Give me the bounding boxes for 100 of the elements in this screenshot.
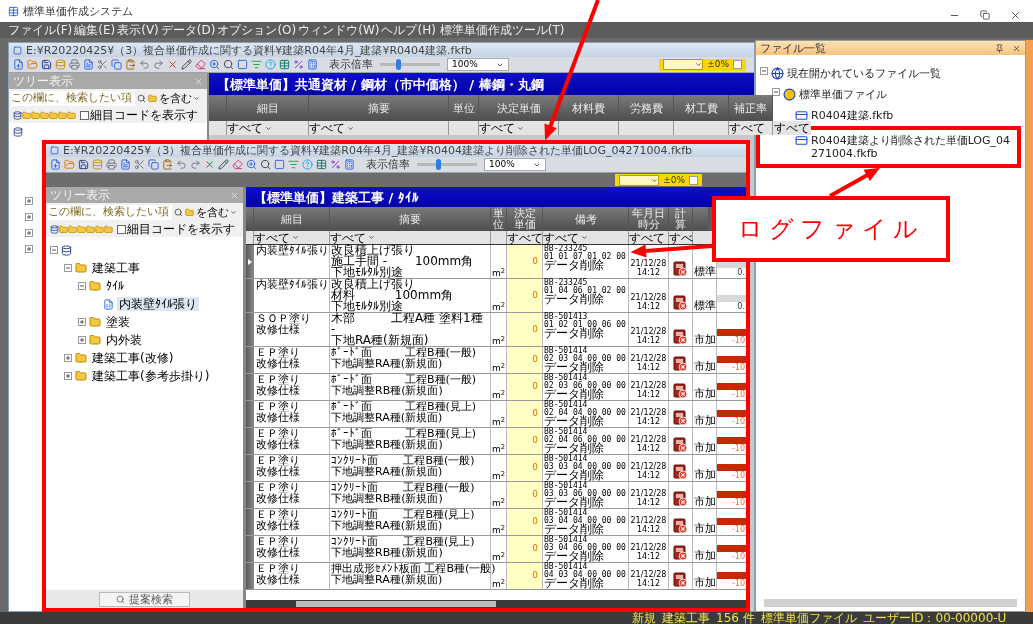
book-cross-icon[interactable]	[673, 295, 688, 311]
printer-icon[interactable]	[106, 159, 117, 170]
table-icon[interactable]	[279, 59, 290, 70]
horizontal-scrollbar[interactable]	[246, 600, 746, 608]
column-header[interactable]: 決定単価	[507, 207, 543, 231]
collapse-toggle-icon[interactable]	[64, 264, 72, 272]
search-icon[interactable]	[223, 59, 234, 70]
calculator-icon[interactable]	[307, 59, 318, 70]
checkbox[interactable]	[80, 110, 89, 120]
delete-icon[interactable]	[204, 159, 215, 170]
zoom-dropdown[interactable]: 100%	[484, 158, 546, 171]
expand-toggle-icon[interactable]	[78, 318, 86, 326]
column-header[interactable]: 年月日時分	[629, 207, 669, 231]
expand-toggle-icon[interactable]	[64, 354, 72, 362]
table-icon[interactable]	[316, 159, 327, 170]
column-header[interactable]: 単位	[491, 207, 507, 231]
paste-icon[interactable]	[162, 159, 173, 170]
column-header[interactable]	[246, 207, 254, 231]
tree-item[interactable]: 建築工事(参考歩掛り)	[90, 369, 212, 383]
tree-item[interactable]: 建築工事(改修)	[90, 351, 176, 365]
rate-spin-button[interactable]	[733, 60, 742, 69]
column-header[interactable]	[209, 95, 227, 121]
book-cross-icon[interactable]	[673, 383, 688, 399]
filter-dropdown[interactable]: すべて	[507, 231, 543, 244]
filter-dropdown[interactable]: すべて	[254, 231, 299, 244]
collapse-toggle-icon[interactable]	[50, 246, 58, 254]
book-cross-icon[interactable]	[673, 329, 688, 345]
zoom-dropdown[interactable]: 100%	[447, 58, 509, 71]
scrollbar-thumb[interactable]	[296, 601, 496, 607]
search-field[interactable]: この欄に、検索したい項	[48, 204, 172, 220]
help-icon[interactable]	[302, 159, 313, 170]
tree-item[interactable]: 塗装	[104, 315, 132, 329]
book-cross-icon[interactable]	[673, 545, 688, 561]
new-file-icon[interactable]	[50, 159, 61, 170]
expand-toggle-icon[interactable]	[25, 213, 33, 221]
menu-item[interactable]: オプション(O)	[217, 24, 297, 36]
copy-icon[interactable]	[148, 159, 159, 170]
help-icon[interactable]	[265, 59, 276, 70]
new-file-icon[interactable]	[13, 59, 24, 70]
pin-icon[interactable]	[995, 43, 1004, 53]
collapse-toggle-icon[interactable]	[760, 67, 768, 75]
match-dropdown[interactable]: を含む	[159, 92, 200, 104]
paste-icon[interactable]	[125, 59, 136, 70]
folder-icon[interactable]	[86, 224, 95, 234]
column-header[interactable]: 細目	[227, 95, 309, 121]
restore-icon[interactable]	[980, 10, 990, 20]
percent-icon[interactable]	[293, 59, 304, 70]
tree-item[interactable]: ﾀｲﾙ	[104, 279, 126, 293]
filter-dropdown[interactable]: すべて	[227, 122, 272, 134]
folder-icon[interactable]	[77, 224, 86, 234]
expand-toggle-icon[interactable]	[25, 245, 33, 253]
cut-icon[interactable]	[97, 59, 108, 70]
eraser-icon[interactable]	[232, 159, 243, 170]
search-icon[interactable]	[174, 207, 183, 217]
delete-icon[interactable]	[167, 59, 178, 70]
expand-toggle-icon[interactable]	[25, 197, 33, 205]
rate-dropdown[interactable]	[663, 59, 704, 70]
collapse-toggle-icon[interactable]	[78, 282, 86, 290]
document-icon[interactable]	[83, 59, 94, 70]
menu-item[interactable]: ヘルプ(H)	[381, 24, 436, 36]
filter-icon[interactable]	[288, 159, 299, 170]
database-icon[interactable]	[50, 224, 59, 234]
checkbox[interactable]	[117, 224, 126, 234]
file-tree-item[interactable]: R0404建築.fkfb	[811, 109, 894, 122]
search-icon[interactable]	[260, 159, 271, 170]
filter-dropdown[interactable]: すべて	[729, 122, 765, 134]
column-header[interactable]: 労務費	[619, 95, 674, 121]
zoom-icon[interactable]	[246, 159, 257, 170]
expand-toggle-icon[interactable]	[25, 229, 33, 237]
close-icon[interactable]	[1010, 9, 1021, 21]
column-header[interactable]: 摘要	[330, 207, 491, 231]
database-icon[interactable]	[13, 110, 22, 120]
column-header[interactable]: 単位	[449, 95, 479, 121]
book-cross-icon[interactable]	[673, 261, 688, 277]
filter-icon[interactable]	[251, 59, 262, 70]
filter-dropdown[interactable]: すべて	[479, 122, 524, 134]
pencil-icon[interactable]	[181, 59, 192, 70]
row-header[interactable]	[246, 245, 254, 278]
column-header[interactable]	[693, 207, 709, 231]
book-cross-icon[interactable]	[673, 410, 688, 426]
column-header[interactable]: 備考	[543, 207, 629, 231]
zoom-icon[interactable]	[209, 59, 220, 70]
collapse-toggle-icon[interactable]	[772, 88, 780, 96]
filter-dropdown[interactable]: すべて	[309, 122, 354, 134]
rate-dropdown[interactable]	[619, 174, 660, 186]
close-icon[interactable]	[1012, 43, 1021, 53]
column-header[interactable]: 計算	[669, 207, 693, 231]
save-icon[interactable]	[41, 59, 52, 70]
search-button[interactable]: 提案検索	[99, 591, 190, 607]
book-cross-icon[interactable]	[673, 491, 688, 507]
cut-icon[interactable]	[134, 159, 145, 170]
horizontal-scrollbar[interactable]	[764, 599, 1017, 607]
pencil-icon[interactable]	[218, 159, 229, 170]
frame-icon[interactable]	[237, 59, 248, 70]
folder-icon[interactable]	[49, 110, 58, 120]
match-dropdown[interactable]: を含む	[196, 206, 237, 218]
filter-dropdown[interactable]: すべて	[773, 122, 811, 134]
column-header[interactable]: 細目	[254, 207, 330, 231]
frame-icon[interactable]	[274, 159, 285, 170]
save-icon[interactable]	[78, 159, 89, 170]
